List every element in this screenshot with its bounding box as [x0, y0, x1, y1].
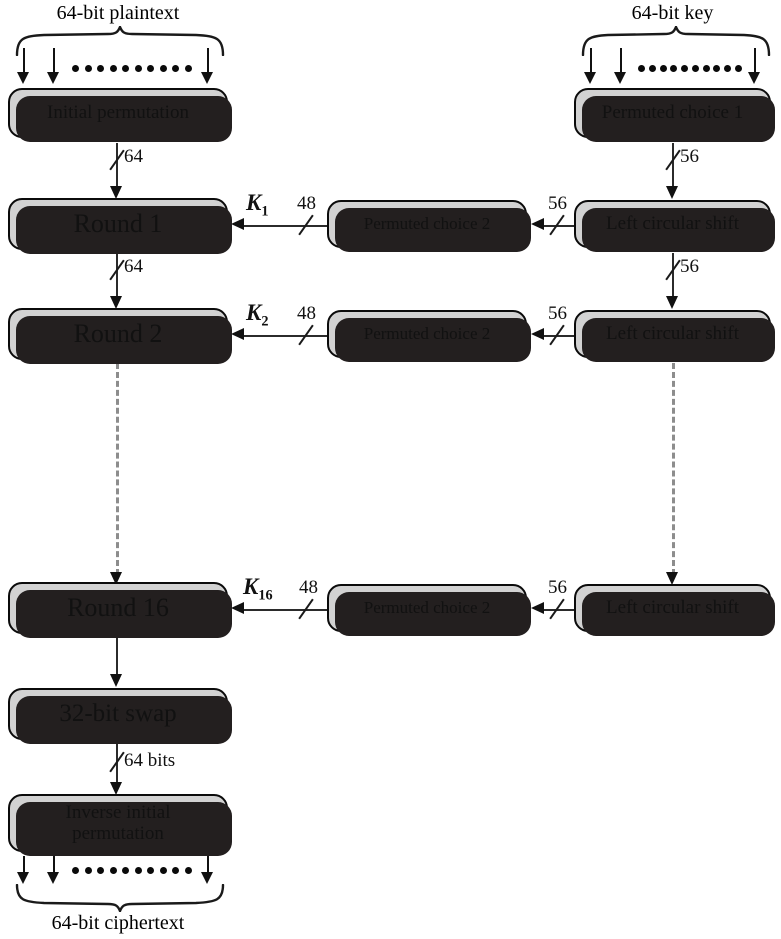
box-permuted-choice-2-a[interactable]: Permuted choice 2 — [327, 200, 531, 252]
box-inverse-initial-permutation[interactable]: Inverse initial permutation — [8, 794, 232, 856]
wire-rounds-omitted-data — [116, 363, 119, 575]
arrow-shifta-to-pc2a — [531, 218, 544, 230]
box-left-circular-shift-b[interactable]: Left circular shift — [574, 310, 775, 362]
key-dots — [638, 64, 742, 72]
arrow-pc2a-to-round1 — [231, 218, 244, 230]
key-feed-arrow-3 — [748, 72, 760, 84]
wire-shiftb-to-pc2b — [543, 335, 576, 337]
subkey-label-k1: K1 — [246, 190, 269, 220]
label-swap-to-inverse: 64 bits — [124, 750, 176, 771]
box-32bit-swap[interactable]: 32-bit swap — [8, 688, 232, 744]
arrow-shiftb-to-pc2b — [531, 328, 544, 340]
ciphertext-feed-arrow-2 — [47, 872, 59, 884]
wire-pc2a-to-round1 — [243, 225, 329, 227]
brace-key — [580, 26, 772, 56]
plaintext-dots — [72, 64, 192, 72]
label-pc1-to-shift1: 56 — [680, 146, 699, 167]
box-left-circular-shift-c[interactable]: Left circular shift — [574, 584, 775, 636]
des-encryption-diagram: 64-bit plaintext Initial permutation 64 … — [0, 0, 781, 939]
wire-shifta-to-pc2a — [543, 225, 576, 227]
box-round-1[interactable]: Round 1 — [8, 198, 232, 254]
inverse-permutation-line-2: permutation — [72, 823, 164, 844]
wire-shifta-to-shiftb — [672, 253, 674, 297]
inverse-permutation-line-1: Inverse initial — [65, 801, 171, 823]
box-round-16[interactable]: Round 16 — [8, 582, 232, 638]
subkey-label-k2: K2 — [246, 300, 269, 330]
plaintext-feed-arrow-3 — [201, 72, 213, 84]
wire-shiftc-to-pc2c — [543, 609, 576, 611]
wire-shifts-omitted-key — [672, 363, 675, 575]
label-shiftc-to-pc2c: 56 — [548, 577, 567, 598]
box-permuted-choice-1[interactable]: Permuted choice 1 — [574, 88, 775, 142]
wire-ip-to-round1 — [116, 143, 118, 187]
box-initial-permutation[interactable]: Initial permutation — [8, 88, 232, 142]
caption-plaintext: 64-bit plaintext — [56, 2, 180, 24]
ciphertext-feed-arrow-3 — [201, 872, 213, 884]
wire-round16-to-swap — [116, 637, 118, 675]
arrow-shifta-to-shiftb — [666, 296, 678, 309]
caption-key: 64-bit key — [631, 2, 714, 24]
label-shifta-to-pc2a: 56 — [548, 193, 567, 214]
key-feed-arrow-1 — [584, 72, 596, 84]
brace-ciphertext — [14, 884, 226, 912]
box-permuted-choice-2-c[interactable]: Permuted choice 2 — [327, 584, 531, 636]
wire-pc2c-to-round16 — [243, 609, 329, 611]
caption-ciphertext: 64-bit ciphertext — [51, 912, 185, 934]
label-ip-to-round1: 64 — [124, 146, 143, 167]
arrow-round16-to-swap — [110, 674, 122, 687]
label-shiftb-to-pc2b: 56 — [548, 303, 567, 324]
wire-pc1-to-shift1 — [672, 143, 674, 187]
arrow-shiftc-to-pc2c — [531, 602, 544, 614]
brace-plaintext — [14, 26, 226, 56]
box-left-circular-shift-a[interactable]: Left circular shift — [574, 200, 775, 252]
label-shifta-to-shiftb: 56 — [680, 256, 699, 277]
wire-round1-to-round2 — [116, 253, 118, 297]
box-permuted-choice-2-b[interactable]: Permuted choice 2 — [327, 310, 531, 362]
label-pc2b-to-round2: 48 — [297, 303, 316, 324]
plaintext-feed-arrow-2 — [47, 72, 59, 84]
ciphertext-feed-arrow-1 — [17, 872, 29, 884]
subkey-label-k16: K16 — [243, 574, 273, 604]
ciphertext-dots — [72, 866, 192, 874]
arrow-pc1-to-shift1 — [666, 186, 678, 199]
arrow-pc2b-to-round2 — [231, 328, 244, 340]
plaintext-feed-arrow-1 — [17, 72, 29, 84]
wire-pc2b-to-round2 — [243, 335, 329, 337]
key-feed-arrow-2 — [614, 72, 626, 84]
label-round1-to-round2: 64 — [124, 256, 143, 277]
box-round-2[interactable]: Round 2 — [8, 308, 232, 364]
label-pc2a-to-round1: 48 — [297, 193, 316, 214]
label-pc2c-to-round16: 48 — [299, 577, 318, 598]
